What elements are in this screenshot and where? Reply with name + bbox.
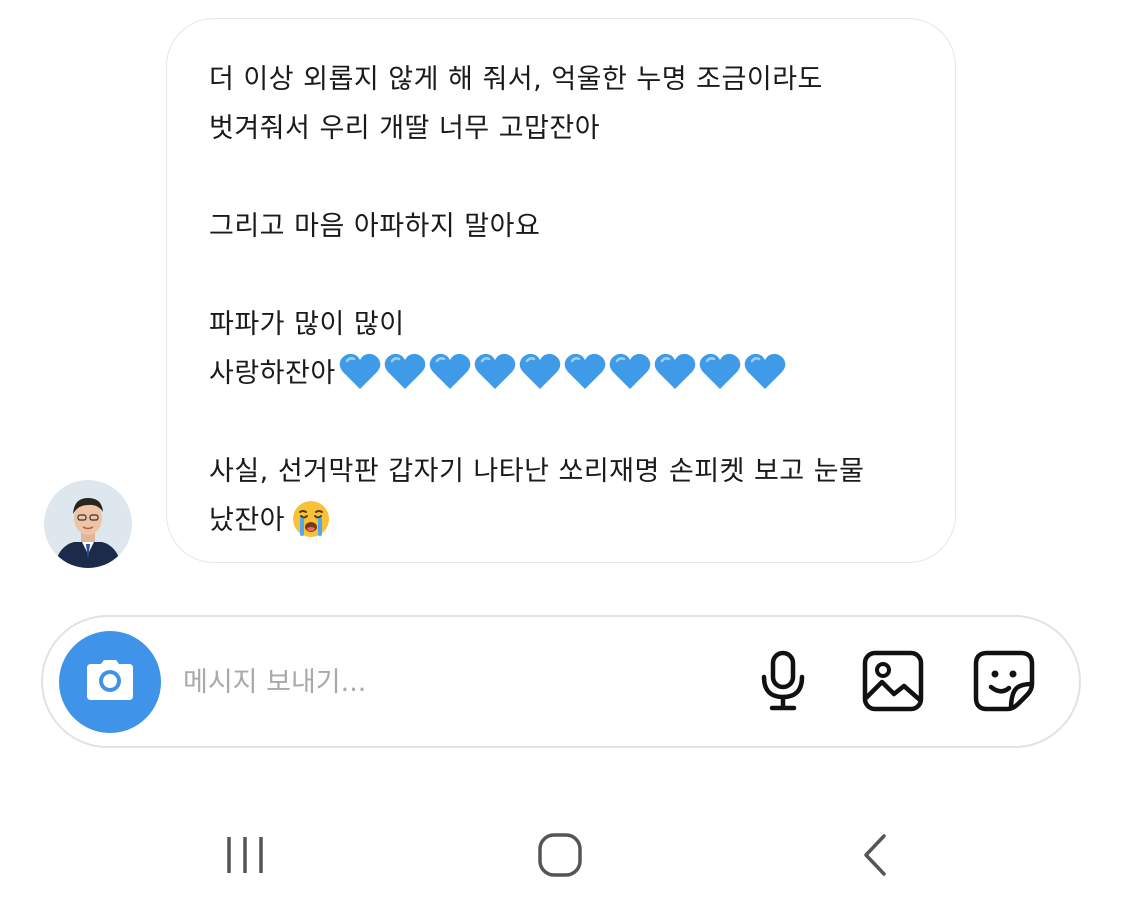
chat-screen: 더 이상 외롭지 않게 해 줘서, 억울한 누명 조금이라도 벗겨줘서 우리 개… [0, 0, 1124, 919]
message-input[interactable] [183, 657, 743, 707]
message-composer [41, 615, 1081, 748]
camera-button[interactable] [59, 631, 161, 733]
message-line-with-hearts: 사랑하잔아 [209, 349, 911, 398]
sender-avatar[interactable] [44, 480, 132, 568]
message-line: 파파가 많이 많이 [209, 309, 405, 340]
message-line: 그리고 마음 아파하지 말아요 [209, 211, 541, 242]
sticker-button[interactable] [972, 650, 1036, 716]
home-icon [536, 831, 584, 883]
microphone-icon [758, 650, 808, 716]
back-button[interactable] [840, 822, 910, 892]
camera-icon [85, 658, 135, 706]
blue-heart-emoji [519, 353, 560, 389]
message-line: 벗겨줘서 우리 개딸 너무 고맙잔아 [209, 113, 601, 144]
blue-heart-emoji [384, 353, 425, 389]
blue-heart-emoji [609, 353, 650, 389]
blue-heart-emoji [699, 353, 740, 389]
crying-face-emoji [291, 499, 331, 539]
recent-apps-button[interactable] [210, 822, 280, 892]
blue-heart-emoji [744, 353, 785, 389]
blue-heart-emoji [339, 353, 380, 389]
message-line-with-emoji: 났잔아 [209, 496, 911, 545]
microphone-button[interactable] [751, 650, 815, 716]
blue-heart-emoji [564, 353, 605, 389]
blue-hearts [338, 351, 788, 391]
home-button[interactable] [525, 822, 595, 892]
gallery-button[interactable] [861, 650, 925, 716]
back-icon [858, 832, 892, 882]
gallery-icon [862, 650, 924, 716]
recent-apps-icon [223, 835, 267, 879]
blue-heart-emoji [654, 353, 695, 389]
message-text: 났잔아 [209, 505, 286, 536]
message-line: 사실, 선거막판 갑자기 나타난 쏘리재명 손피켓 보고 눈물 [209, 456, 865, 487]
message-text: 사랑하잔아 [209, 358, 336, 389]
blue-heart-emoji [429, 353, 470, 389]
blue-heart-emoji [474, 353, 515, 389]
sticker-icon [973, 650, 1035, 716]
message-line: 더 이상 외롭지 않게 해 줘서, 억울한 누명 조금이라도 [209, 64, 823, 95]
message-bubble[interactable]: 더 이상 외롭지 않게 해 줘서, 억울한 누명 조금이라도 벗겨줘서 우리 개… [166, 18, 956, 563]
